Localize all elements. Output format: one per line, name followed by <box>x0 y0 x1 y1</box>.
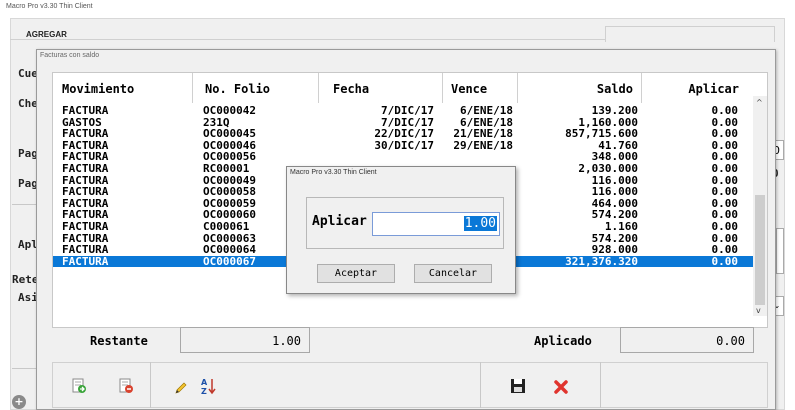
aplicar-input-value: 1.00 <box>463 216 497 231</box>
toolbar-separator <box>480 362 481 408</box>
app-title: Macro Pro v3.30 Thin Client <box>6 3 93 10</box>
cell-fecha: 30/DIC/17 <box>374 138 434 152</box>
sort-az-icon[interactable]: AZ <box>200 377 218 396</box>
outer-label-cue: Cue <box>18 67 38 80</box>
toolbar-separator <box>150 362 151 408</box>
cell-vence: 29/ENE/18 <box>453 138 513 152</box>
close-x-icon[interactable] <box>553 379 571 397</box>
outer-tab-right <box>605 26 775 42</box>
outer-label-rete: Rete <box>12 273 39 286</box>
export-red-icon[interactable] <box>118 378 136 396</box>
cell-fecha: 7/DIC/17 <box>381 104 434 117</box>
svg-text:Z: Z <box>201 387 207 395</box>
aplicado-label: Aplicado <box>534 334 592 348</box>
cell-aplicar: 0.00 <box>711 254 739 268</box>
col-header-folio[interactable]: No. Folio <box>193 73 319 103</box>
tab-agregar[interactable]: AGREGAR <box>10 26 120 42</box>
add-circle-icon[interactable]: + <box>12 395 26 409</box>
cell-aplicar: 0.00 <box>711 162 739 175</box>
cell-movimiento: FACTURA <box>62 104 109 117</box>
aplicado-field: 0.00 <box>620 327 754 353</box>
cell-aplicar: 0.00 <box>711 104 739 117</box>
aceptar-button[interactable]: Aceptar <box>317 264 395 283</box>
outer-label-asi: Asi <box>18 291 38 304</box>
outer-label-che: Che <box>18 97 38 110</box>
save-icon[interactable] <box>510 378 528 396</box>
svg-text:A: A <box>201 378 208 387</box>
export-green-icon[interactable] <box>71 378 89 396</box>
cell-saldo: 139.200 <box>591 104 638 117</box>
pencil-icon[interactable] <box>174 380 192 398</box>
outer-right-box <box>776 228 784 274</box>
cell-folio: OC000042 <box>203 104 256 117</box>
cell-saldo: 2,030.000 <box>578 162 638 175</box>
grid-scroll-thumb[interactable] <box>755 195 765 305</box>
cell-aplicar: 0.00 <box>711 220 739 233</box>
cell-movimiento: FACTURA <box>62 220 109 233</box>
cell-movimiento: FACTURA <box>62 162 109 175</box>
cell-saldo: 1.160 <box>604 220 638 233</box>
toolbar-separator <box>600 362 601 408</box>
restante-field: 1.00 <box>180 327 310 353</box>
restante-label: Restante <box>90 334 148 348</box>
cell-saldo: 321,376.320 <box>565 254 638 268</box>
dialog-title: Facturas con saldo <box>40 52 100 59</box>
col-header-movimiento[interactable]: Movimiento <box>53 73 193 103</box>
outer-label-pag-2: Pag <box>18 177 38 190</box>
scroll-up-arrow-icon[interactable]: ^ <box>756 98 763 107</box>
aplicar-input[interactable]: 1.00 <box>372 212 500 236</box>
aplicar-label: Aplicar <box>312 214 367 229</box>
col-header-saldo[interactable]: Saldo <box>518 73 642 103</box>
outer-label-apl: Apl <box>18 238 38 251</box>
table-row[interactable]: FACTURA OC000056 348.000 0.00 <box>53 151 755 163</box>
popup-title: Macro Pro v3.30 Thin Client <box>290 169 377 176</box>
table-row[interactable]: FACTURA OC000046 30/DIC/17 29/ENE/18 41.760 0… <box>53 140 755 152</box>
cell-vence: 6/ENE/18 <box>460 104 513 117</box>
col-header-vence[interactable]: Vence <box>443 73 518 103</box>
scroll-down-arrow-icon[interactable]: v <box>756 306 761 315</box>
cancelar-button[interactable]: Cancelar <box>414 264 492 283</box>
col-header-fecha[interactable]: Fecha <box>319 73 443 103</box>
outer-label-pag-1: Pag <box>18 147 38 160</box>
dialog-toolbar <box>52 362 768 408</box>
cell-movimiento: FACTURA <box>62 254 109 268</box>
col-header-aplicar[interactable]: Aplicar <box>642 73 755 103</box>
table-row[interactable]: FACTURA OC000042 7/DIC/17 6/ENE/18 139.200 0.… <box>53 105 755 117</box>
